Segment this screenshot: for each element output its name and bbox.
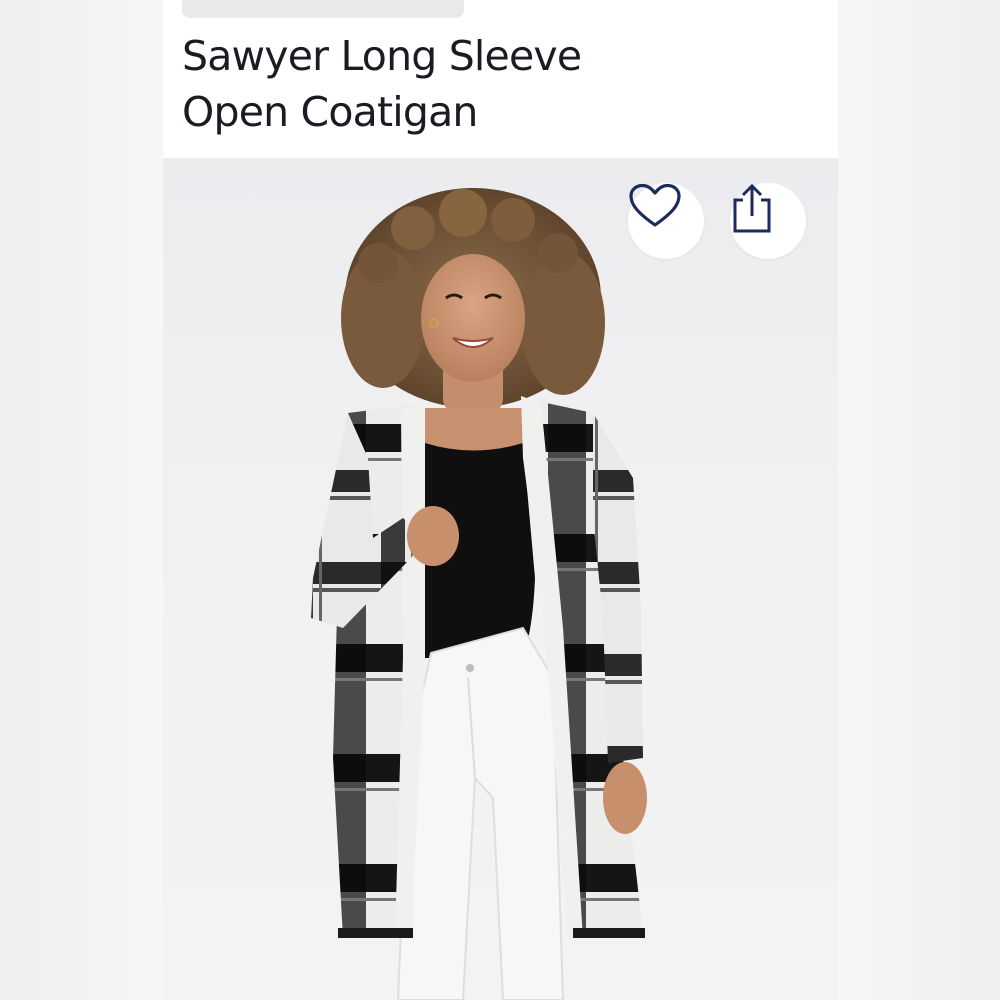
- search-bar[interactable]: [182, 0, 464, 18]
- product-title-line-2: Open Coatigan: [182, 88, 478, 136]
- share-button[interactable]: [730, 183, 806, 259]
- heart-icon: [629, 183, 681, 227]
- product-title: Sawyer Long Sleeve Open Coatigan: [182, 28, 802, 140]
- screen: Sawyer Long Sleeve Open Coatigan: [0, 0, 1000, 1000]
- model-photo: [311, 188, 647, 1000]
- product-title-line-1: Sawyer Long Sleeve: [182, 32, 582, 80]
- share-icon: [733, 183, 771, 233]
- product-image[interactable]: [163, 158, 838, 1000]
- product-page: Sawyer Long Sleeve Open Coatigan: [163, 0, 838, 1000]
- like-button[interactable]: [628, 183, 704, 259]
